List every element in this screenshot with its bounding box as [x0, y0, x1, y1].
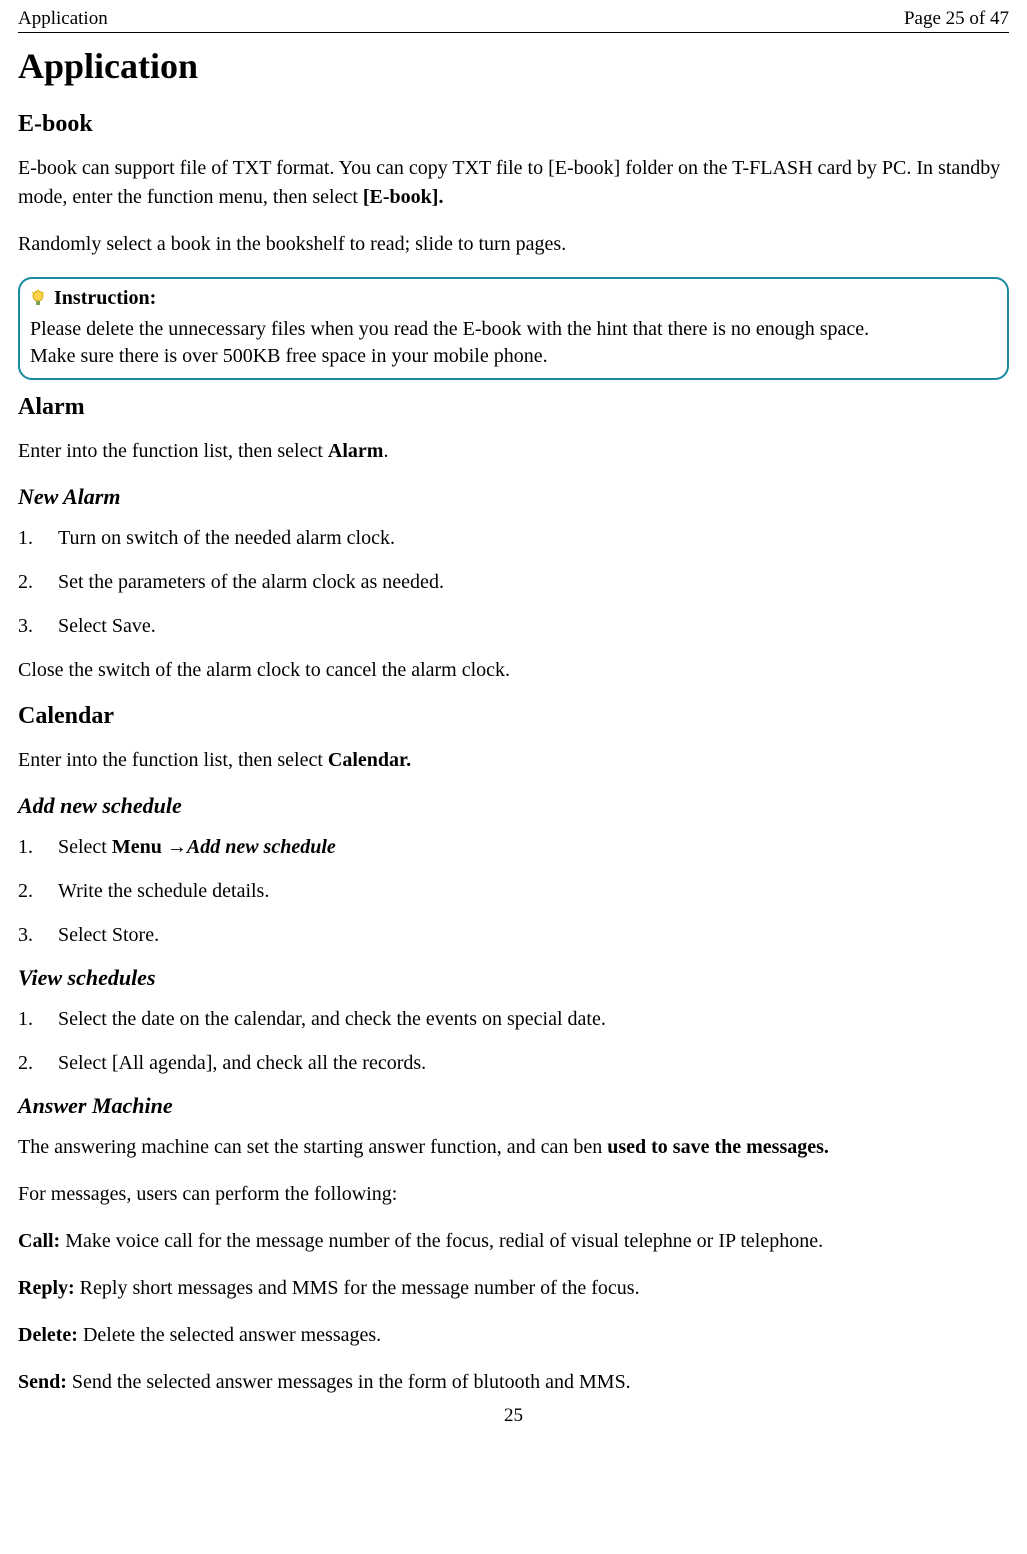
- delete-label: Delete:: [18, 1324, 78, 1346]
- list-item: 3.Select Save.: [18, 612, 1009, 640]
- answer-machine-delete: Delete: Delete the selected answer messa…: [18, 1321, 1009, 1350]
- alarm-paragraph: Enter into the function list, then selec…: [18, 437, 1009, 466]
- ebook-section: E-book E-book can support file of TXT fo…: [18, 111, 1009, 259]
- call-label: Call:: [18, 1230, 60, 1252]
- answer-machine-p2: For messages, users can perform the foll…: [18, 1180, 1009, 1209]
- instruction-body: Please delete the unnecessary files when…: [30, 316, 997, 370]
- calendar-p1-before: Enter into the function list, then selec…: [18, 749, 328, 771]
- list-item: 1.Select Menu →Add new schedule: [18, 833, 1009, 861]
- list-number: 3.: [18, 921, 58, 949]
- list-number: 2.: [18, 877, 58, 905]
- header-title: Application: [18, 8, 108, 30]
- answer-machine-send: Send: Send the selected answer messages …: [18, 1368, 1009, 1397]
- add-schedule-steps: 1.Select Menu →Add new schedule 2.Write …: [18, 833, 1009, 949]
- page-title: Application: [18, 45, 1009, 87]
- list-number: 2.: [18, 568, 58, 596]
- alarm-section: Alarm Enter into the function list, then…: [18, 394, 1009, 685]
- calendar-section: Calendar Enter into the function list, t…: [18, 703, 1009, 1077]
- list-text: Turn on switch of the needed alarm clock…: [58, 527, 395, 549]
- new-alarm-steps: 1.Turn on switch of the needed alarm clo…: [18, 524, 1009, 640]
- instruction-box: Instruction: Please delete the unnecessa…: [18, 277, 1009, 380]
- list-text: Select Store.: [58, 924, 159, 946]
- list-number: 1.: [18, 1005, 58, 1033]
- list-item: 1.Turn on switch of the needed alarm clo…: [18, 524, 1009, 552]
- send-label: Send:: [18, 1371, 67, 1393]
- instruction-title: Instruction:: [54, 287, 156, 310]
- call-text: Make voice call for the message number o…: [60, 1230, 823, 1252]
- list-item: 2.Write the schedule details.: [18, 877, 1009, 905]
- alarm-p1-after: .: [383, 440, 388, 462]
- ebook-p1-text: E-book can support file of TXT format. Y…: [18, 157, 1000, 208]
- delete-text: Delete the selected answer messages.: [78, 1324, 381, 1346]
- instruction-line2: Make sure there is over 500KB free space…: [30, 345, 548, 367]
- reply-label: Reply:: [18, 1277, 75, 1299]
- alarm-close-text: Close the switch of the alarm clock to c…: [18, 656, 1009, 685]
- list-number: 1.: [18, 524, 58, 552]
- answer-machine-section: Answer Machine The answering machine can…: [18, 1093, 1009, 1397]
- list-item: 1.Select the date on the calendar, and c…: [18, 1005, 1009, 1033]
- reply-text: Reply short messages and MMS for the mes…: [75, 1277, 640, 1299]
- answer-machine-p1: The answering machine can set the starti…: [18, 1133, 1009, 1162]
- ebook-heading: E-book: [18, 111, 1009, 138]
- list-number: 3.: [18, 612, 58, 640]
- answer-machine-reply: Reply: Reply short messages and MMS for …: [18, 1274, 1009, 1303]
- list-item: 2.Select [All agenda], and check all the…: [18, 1049, 1009, 1077]
- am-p1-bold: used to save the messages.: [607, 1136, 829, 1158]
- list-text-bolditalic: Add new schedule: [187, 836, 336, 858]
- list-item: 3.Select Store.: [18, 921, 1009, 949]
- list-item: 2.Set the parameters of the alarm clock …: [18, 568, 1009, 596]
- list-text-before: Select: [58, 836, 112, 858]
- new-alarm-heading: New Alarm: [18, 484, 1009, 510]
- answer-machine-heading: Answer Machine: [18, 1093, 1009, 1119]
- ebook-p1-bold: [E-book].: [363, 186, 444, 208]
- list-number: 1.: [18, 833, 58, 861]
- alarm-p1-before: Enter into the function list, then selec…: [18, 440, 328, 462]
- instruction-header: Instruction:: [30, 287, 997, 310]
- list-text: Select [All agenda], and check all the r…: [58, 1052, 426, 1074]
- send-text: Send the selected answer messages in the…: [67, 1371, 631, 1393]
- alarm-heading: Alarm: [18, 394, 1009, 421]
- list-text: Select the date on the calendar, and che…: [58, 1008, 606, 1030]
- view-schedules-steps: 1.Select the date on the calendar, and c…: [18, 1005, 1009, 1077]
- calendar-p1-bold: Calendar.: [328, 749, 411, 771]
- list-text: Select Save.: [58, 615, 156, 637]
- view-schedules-heading: View schedules: [18, 965, 1009, 991]
- page-header: Application Page 25 of 47: [18, 8, 1009, 33]
- arrow: →: [167, 836, 187, 858]
- add-schedule-heading: Add new schedule: [18, 793, 1009, 819]
- lightbulb-icon: [30, 289, 46, 309]
- page-footer-number: 25: [18, 1405, 1009, 1427]
- instruction-line1: Please delete the unnecessary files when…: [30, 318, 869, 340]
- header-page-number: Page 25 of 47: [904, 8, 1009, 30]
- ebook-paragraph-1: E-book can support file of TXT format. Y…: [18, 154, 1009, 212]
- alarm-p1-bold: Alarm: [328, 440, 384, 462]
- list-text: Set the parameters of the alarm clock as…: [58, 571, 444, 593]
- ebook-paragraph-2: Randomly select a book in the bookshelf …: [18, 230, 1009, 259]
- answer-machine-call: Call: Make voice call for the message nu…: [18, 1227, 1009, 1256]
- calendar-heading: Calendar: [18, 703, 1009, 730]
- list-text-bold: Menu: [112, 836, 167, 858]
- list-text: Write the schedule details.: [58, 880, 269, 902]
- am-p1-before: The answering machine can set the starti…: [18, 1136, 607, 1158]
- list-number: 2.: [18, 1049, 58, 1077]
- calendar-paragraph: Enter into the function list, then selec…: [18, 746, 1009, 775]
